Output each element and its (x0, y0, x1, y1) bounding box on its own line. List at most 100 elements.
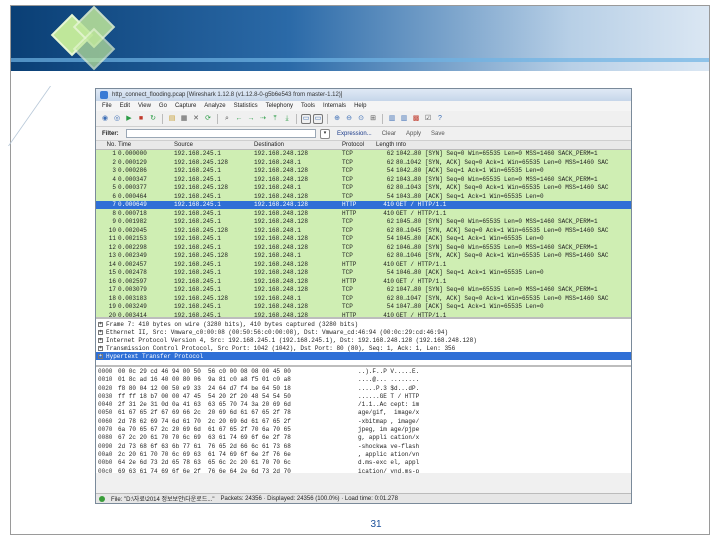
filter-dropdown-icon[interactable]: ▾ (320, 128, 330, 139)
menu-item-view[interactable]: View (138, 103, 151, 109)
column-header-destination[interactable]: Destination (254, 142, 342, 148)
packet-row[interactable]: 17 0.003079 192.168.245.1 192.168.248.128 TC… (96, 285, 631, 294)
interfaces-icon[interactable]: ◉ (100, 114, 110, 124)
normal-size-icon[interactable]: ⊙ (356, 114, 366, 124)
column-header-source[interactable]: Source (174, 142, 254, 148)
options-icon[interactable]: ◎ (112, 114, 122, 124)
column-header-protocol[interactable]: Protocol (342, 142, 376, 148)
goto-icon[interactable]: ⇢ (258, 114, 268, 124)
help-icon[interactable]: ? (435, 114, 445, 124)
hex-bytes: 61 67 65 2f 67 69 66 2c 20 69 6d 61 67 6… (118, 409, 291, 417)
start-capture-icon[interactable]: ▶ (124, 114, 134, 124)
hex-row[interactable]: 0080 67 2c 20 61 70 70 6c 69 63 61 74 69 … (96, 434, 631, 442)
packet-row[interactable]: 9 0.001982 192.168.245.1 192.168.248.128 TCP… (96, 217, 631, 226)
packet-row[interactable]: 16 0.002597 192.168.245.1 192.168.248.128 HT… (96, 277, 631, 286)
menu-item-internals[interactable]: Internals (323, 103, 346, 109)
packet-row[interactable]: 14 0.002457 192.168.245.1 192.168.248.128 HT… (96, 260, 631, 269)
expert-info-icon[interactable] (99, 495, 105, 502)
packet-row[interactable]: 5 0.000377 192.168.245.128 192.168.248.1 TCP… (96, 183, 631, 192)
menu-item-telephony[interactable]: Telephony (266, 103, 293, 109)
menu-item-file[interactable]: File (102, 103, 112, 109)
hex-row[interactable]: 00a0 2c 20 61 70 70 6c 69 63 61 74 69 6f … (96, 451, 631, 459)
zoom-out-icon[interactable]: ⊖ (344, 114, 354, 124)
detail-tree-row[interactable]: + Hypertext Transfer Protocol (96, 352, 631, 360)
menu-item-tools[interactable]: Tools (301, 103, 315, 109)
display-filters-icon[interactable]: ▥ (399, 114, 409, 124)
expression-button[interactable]: Expression... (334, 131, 375, 137)
hex-row[interactable]: 00c0 69 63 61 74 69 6f 6e 2f 76 6e 64 2e … (96, 468, 631, 473)
packet-row[interactable]: 1 0.000000 192.168.245.1 192.168.248.128 TCP… (96, 149, 631, 158)
stop-capture-icon[interactable]: ■ (136, 114, 146, 124)
packet-cell-len: 62 (386, 150, 394, 158)
hex-row[interactable]: 0070 6a 70 65 67 2c 20 69 6d 61 67 65 2f … (96, 426, 631, 434)
capture-filters-icon[interactable]: ▥ (387, 114, 397, 124)
forward-icon[interactable]: → (246, 114, 256, 124)
last-packet-icon[interactable]: ⤓ (282, 114, 292, 124)
menu-item-analyze[interactable]: Analyze (204, 103, 225, 109)
packet-row[interactable]: 7 0.000649 192.168.245.1 192.168.248.128 HTT… (96, 200, 631, 209)
packet-row[interactable]: 10 0.002045 192.168.245.128 192.168.248.1 TC… (96, 226, 631, 235)
packet-row[interactable]: 6 0.000464 192.168.245.1 192.168.248.128 TCP… (96, 192, 631, 201)
expand-icon[interactable]: + (98, 345, 103, 351)
save-filter-button[interactable]: Save (428, 131, 448, 137)
menu-item-go[interactable]: Go (159, 103, 167, 109)
expand-icon[interactable]: + (98, 321, 103, 327)
hex-row[interactable]: 0050 61 67 65 2f 67 69 66 2c 20 69 6d 61 … (96, 409, 631, 417)
packet-row[interactable]: 18 0.003183 192.168.245.128 192.168.248.1 TC… (96, 294, 631, 303)
resize-columns-icon[interactable]: ⊞ (368, 114, 378, 124)
packet-row[interactable]: 13 0.002349 192.168.245.128 192.168.248.1 TC… (96, 251, 631, 260)
reload-icon[interactable]: ⟳ (203, 114, 213, 124)
packet-row[interactable]: 4 0.000347 192.168.245.1 192.168.248.128 TCP… (96, 175, 631, 184)
menu-item-statistics[interactable]: Statistics (234, 103, 258, 109)
restart-capture-icon[interactable]: ↻ (148, 114, 158, 124)
detail-tree-row[interactable]: + Frame 7: 410 bytes on wire (3280 bits),… (96, 320, 631, 328)
filter-input[interactable] (126, 129, 316, 138)
colorize-icon[interactable]: ▭ (301, 113, 311, 124)
first-packet-icon[interactable]: ⤒ (270, 114, 280, 124)
packet-row[interactable]: 15 0.002478 192.168.245.1 192.168.248.128 TC… (96, 268, 631, 277)
packet-cell-dst: 192.168.248.1 (254, 184, 301, 192)
close-file-icon[interactable]: ✕ (191, 114, 201, 124)
hex-ascii: g, appli cation/x (358, 434, 420, 442)
packet-row[interactable]: 3 0.000286 192.168.245.1 192.168.248.128 TCP… (96, 166, 631, 175)
clear-button[interactable]: Clear (379, 131, 399, 137)
coloring-rules-icon[interactable]: ▩ (411, 114, 421, 124)
open-icon[interactable]: ▤ (167, 114, 177, 124)
packet-row[interactable]: 11 0.002153 192.168.245.1 192.168.248.128 TC… (96, 234, 631, 243)
detail-tree-row[interactable]: + Transmission Control Protocol, Src Port… (96, 344, 631, 352)
hex-row[interactable]: 0090 2d 73 68 6f 63 6b 77 61 76 65 2d 66 … (96, 443, 631, 451)
column-header-no[interactable]: No. (96, 142, 118, 148)
packet-row[interactable]: 20 0.003414 192.168.245.1 192.168.248.128 HT… (96, 311, 631, 317)
hex-row[interactable]: 0060 2d 78 62 69 74 6d 61 70 2c 20 69 6d … (96, 418, 631, 426)
packet-row[interactable]: 2 0.000129 192.168.245.128 192.168.248.1 TCP… (96, 158, 631, 167)
save-icon[interactable]: ▦ (179, 114, 189, 124)
find-icon[interactable]: ⌕ (222, 114, 232, 124)
hex-row[interactable]: 00b0 64 2e 6d 73 2d 65 78 63 65 6c 2c 20 … (96, 459, 631, 467)
hex-row[interactable]: 0030 ff ff 18 b7 00 00 47 45 54 20 2f 20 … (96, 393, 631, 401)
hex-row[interactable]: 0020 f8 80 04 12 00 50 e9 33 24 64 d7 f4 … (96, 385, 631, 393)
menu-item-help[interactable]: Help (354, 103, 366, 109)
detail-tree-row[interactable]: + Internet Protocol Version 4, Src: 192.1… (96, 336, 631, 344)
autoscroll-icon[interactable]: ▭ (313, 113, 323, 124)
packet-row[interactable]: 8 0.000718 192.168.245.1 192.168.248.128 HTT… (96, 209, 631, 218)
column-header-info[interactable]: Info (396, 142, 631, 148)
hex-row[interactable]: 0040 2f 31 2e 31 0d 0a 41 63 63 65 70 74 … (96, 401, 631, 409)
packet-cell-no: 6 (112, 192, 116, 200)
detail-tree-row[interactable]: + Ethernet II, Src: Vmware_c0:00:08 (00:5… (96, 328, 631, 336)
preferences-icon[interactable]: ☑ (423, 114, 433, 124)
apply-button[interactable]: Apply (403, 131, 424, 137)
expand-icon[interactable]: + (98, 353, 103, 359)
packet-row[interactable]: 12 0.002298 192.168.245.1 192.168.248.128 TC… (96, 243, 631, 252)
packet-cell-proto: TCP (342, 294, 353, 302)
hex-row[interactable]: 0010 01 8c ad 16 40 00 80 06 9a 81 c0 a8 … (96, 376, 631, 384)
expand-icon[interactable]: + (98, 329, 103, 335)
column-header-time[interactable]: Time (118, 142, 174, 148)
expand-icon[interactable]: + (98, 337, 103, 343)
hex-row[interactable]: 0000 00 0c 29 cd 46 94 00 50 56 c0 00 08 … (96, 368, 631, 376)
packet-row[interactable]: 19 0.003249 192.168.245.1 192.168.248.128 TC… (96, 302, 631, 311)
back-icon[interactable]: ← (234, 114, 244, 124)
zoom-in-icon[interactable]: ⊕ (332, 114, 342, 124)
column-header-length[interactable]: Length (376, 142, 396, 148)
menu-item-edit[interactable]: Edit (120, 103, 130, 109)
menu-item-capture[interactable]: Capture (175, 103, 196, 109)
